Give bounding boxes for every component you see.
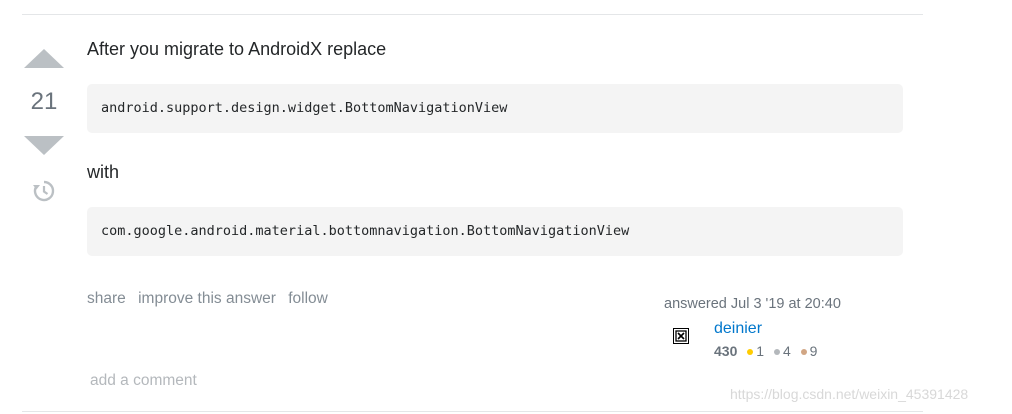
code-block: android.support.design.widget.BottomNavi… — [87, 84, 903, 133]
bronze-badge-count: 9 — [809, 343, 818, 359]
avatar[interactable] — [673, 328, 689, 344]
silver-badge-count: 4 — [782, 343, 791, 359]
add-comment-link[interactable]: add a comment — [90, 372, 197, 390]
watermark: https://blog.csdn.net/weixin_45391428 — [730, 386, 969, 402]
gold-badge-count: 1 — [756, 343, 765, 359]
downvote-arrow-icon[interactable] — [24, 136, 64, 155]
answer-paragraph: After you migrate to AndroidX replace — [87, 39, 387, 59]
user-reputation: 430 1 4 9 — [714, 343, 817, 359]
bottom-divider — [22, 411, 923, 412]
gold-badge-icon — [747, 348, 754, 355]
share-link[interactable]: share — [87, 290, 126, 307]
improve-answer-link[interactable]: improve this answer — [138, 290, 276, 307]
silver-badge-icon — [773, 348, 780, 355]
user-profile-link[interactable]: deinier — [714, 320, 762, 338]
top-divider — [22, 14, 923, 15]
reputation-score: 430 — [714, 343, 738, 359]
code-block: com.google.android.material.bottomnaviga… — [87, 207, 903, 256]
answer-paragraph: with — [87, 162, 120, 182]
upvote-arrow-icon[interactable] — [24, 49, 64, 68]
follow-link[interactable]: follow — [288, 290, 328, 307]
post-menu: share improve this answer follow — [87, 290, 336, 308]
vote-count: 21 — [30, 88, 58, 115]
answered-timestamp: answered Jul 3 '19 at 20:40 — [664, 296, 841, 312]
history-icon[interactable] — [31, 178, 57, 204]
broken-image-icon — [675, 330, 687, 342]
bronze-badge-icon — [800, 348, 807, 355]
